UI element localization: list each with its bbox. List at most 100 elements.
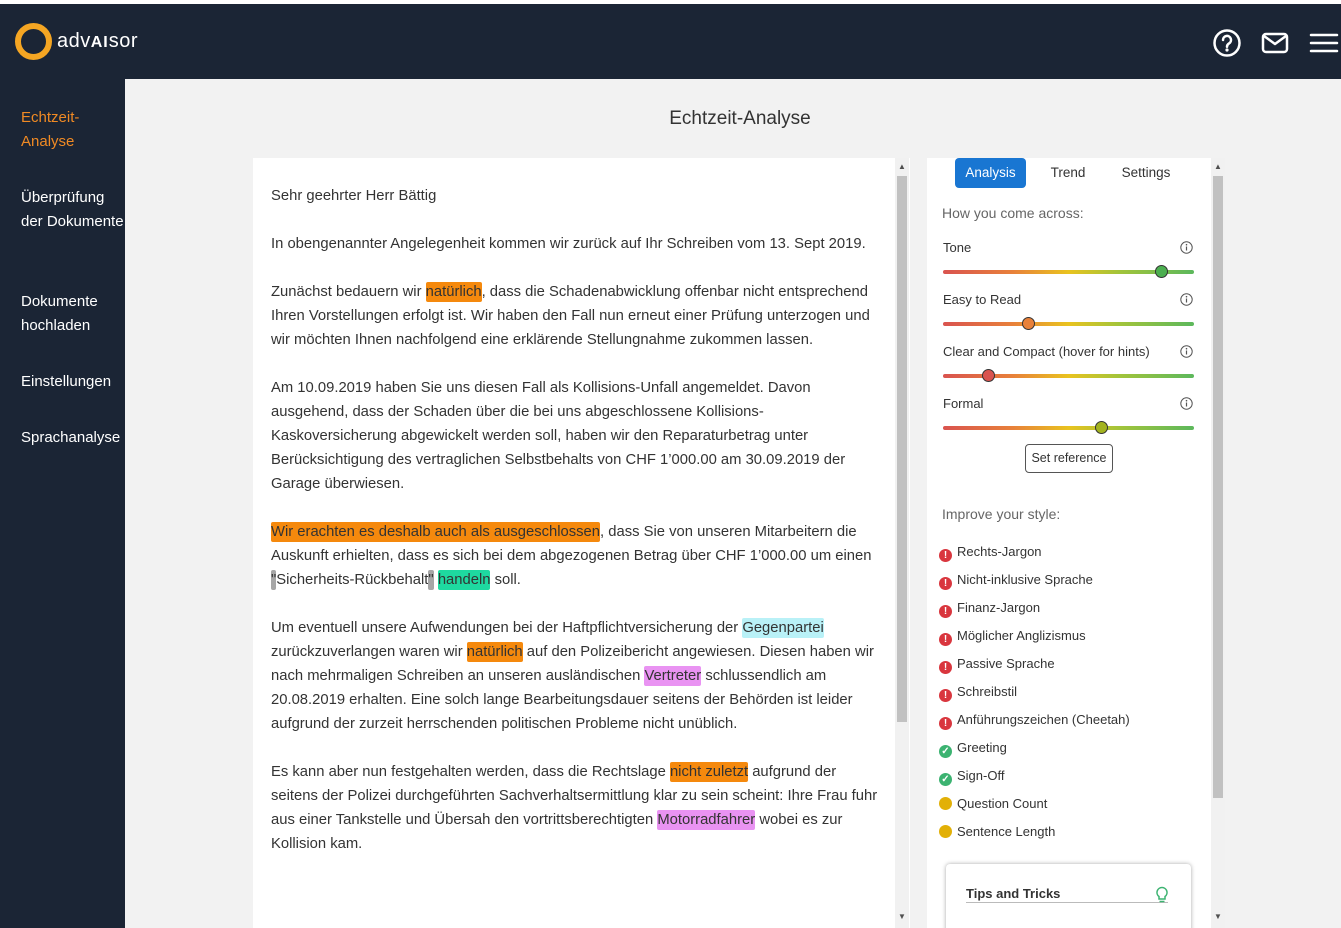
paragraph-text: Zunächst bedauern wir (271, 284, 426, 300)
set-reference-button[interactable]: Set reference (1025, 444, 1113, 473)
highlight-orange[interactable]: nicht zuletzt (669, 762, 749, 782)
style-check-label: Rechts-Jargon (957, 544, 1042, 559)
advaisor-logo-icon[interactable] (15, 23, 52, 60)
slider-knob[interactable] (981, 369, 995, 382)
improve-your-style-title: Improve your style: (942, 506, 1061, 522)
scroll-down-arrow-icon[interactable]: ▼ (895, 910, 909, 924)
error-icon: ! (939, 549, 952, 562)
style-check-item[interactable]: Sentence Length (939, 822, 1055, 842)
highlight-grey[interactable]: " (428, 570, 434, 590)
highlight-violet[interactable]: Motorradfahrer (657, 810, 756, 830)
paragraph-text: Sicherheits-Rückbehalt (276, 572, 429, 588)
info-icon[interactable] (1180, 397, 1193, 410)
paragraph: Sehr geehrter Herr Bättig (271, 184, 883, 208)
highlight-green[interactable]: handeln (437, 570, 491, 590)
style-check-item[interactable]: ! Finanz-Jargon (939, 598, 1040, 618)
info-icon[interactable] (1180, 241, 1193, 254)
paragraph-text: Am 10.09.2019 haben Sie uns diesen Fall … (271, 380, 846, 492)
error-icon: ! (939, 633, 952, 646)
style-check-label: Schreibstil (957, 684, 1017, 699)
scroll-up-arrow-icon[interactable]: ▲ (1211, 160, 1225, 174)
metric-slider[interactable] (943, 421, 1194, 434)
warning-dot-icon (939, 797, 952, 810)
style-check-label: Passive Sprache (957, 656, 1055, 671)
slider-knob[interactable] (1154, 265, 1168, 278)
mail-icon[interactable] (1260, 28, 1290, 58)
style-check-label: Question Count (957, 796, 1048, 811)
style-check-item[interactable]: ✓ Sign-Off (939, 766, 1004, 786)
style-check-label: Greeting (957, 740, 1007, 755)
style-check-item[interactable]: ! Nicht-inklusive Sprache (939, 570, 1093, 590)
style-check-label: Sentence Length (957, 824, 1056, 839)
highlight-cyan[interactable]: Gegenpartei (742, 618, 824, 638)
highlight-orange[interactable]: natürlich (425, 282, 482, 302)
page-title: Echtzeit-Analyse (669, 108, 811, 129)
tab-trend[interactable]: Trend (1038, 158, 1098, 188)
panel-scrollbar[interactable]: ▲ ▼ (1211, 158, 1225, 928)
style-check-label: Finanz-Jargon (957, 600, 1041, 615)
paragraph: Um eventuell unsere Aufwendungen bei der… (271, 616, 883, 736)
metric-label: Tone (943, 240, 972, 255)
style-check-item[interactable]: ! Passive Sprache (939, 654, 1055, 674)
salutation: Sehr geehrter Herr Bättig (271, 188, 437, 204)
paragraph: Am 10.09.2019 haben Sie uns diesen Fall … (271, 376, 883, 496)
sidebar-item-echtzeit-analyse[interactable]: Echtzeit-Analyse (21, 106, 125, 154)
highlight-violet[interactable]: Vertreter (644, 666, 702, 686)
error-icon: ! (939, 605, 952, 618)
tips-and-tricks-card[interactable]: Tips and Tricks (946, 864, 1191, 928)
style-check-item[interactable]: ✓ Greeting (939, 738, 1007, 758)
metric-slider[interactable] (943, 369, 1194, 382)
how-you-come-across-title: How you come across: (942, 205, 1084, 221)
scrollbar-thumb[interactable] (1213, 176, 1223, 798)
paragraph-text: In obengenannter Angelegenheit kommen wi… (271, 236, 866, 252)
highlight-orange[interactable]: natürlich (466, 642, 523, 662)
info-icon[interactable] (1180, 345, 1193, 358)
check-circle-icon: ✓ (939, 745, 952, 758)
metric-slider[interactable] (943, 265, 1194, 278)
style-check-item[interactable]: ! Anführungszeichen (Cheetah) (939, 710, 1130, 730)
editor-scrollbar[interactable]: ▲ ▼ (895, 158, 909, 928)
style-check-label: Nicht-inklusive Sprache (957, 572, 1093, 587)
paragraph: In obengenannter Angelegenheit kommen wi… (271, 232, 883, 256)
paragraph-text: zurückzuverlangen waren wir (271, 644, 467, 660)
tab-analysis[interactable]: Analysis (955, 158, 1026, 188)
scroll-down-arrow-icon[interactable]: ▼ (1211, 910, 1225, 924)
slider-knob[interactable] (1094, 421, 1108, 434)
paragraph-text: soll. (490, 572, 521, 588)
style-check-item[interactable]: ! Rechts-Jargon (939, 542, 1042, 562)
sidebar-item-sprachanalyse[interactable]: Sprachanalyse (21, 426, 125, 450)
error-icon: ! (939, 717, 952, 730)
brand-name[interactable]: advAIsor (57, 30, 138, 53)
info-icon[interactable] (1180, 293, 1193, 306)
style-check-item[interactable]: ! Möglicher Anglizismus (939, 626, 1086, 646)
paragraph: Es kann aber nun festgehalten werden, da… (271, 760, 883, 856)
paragraph-text: Um eventuell unsere Aufwendungen bei der… (271, 620, 743, 636)
style-check-item[interactable]: Question Count (939, 794, 1047, 814)
scrollbar-thumb[interactable] (897, 176, 907, 722)
metric-slider[interactable] (943, 317, 1194, 330)
sidebar: Echtzeit-Analyse Überprüfung der Dokumen… (0, 79, 125, 928)
style-check-label: Anführungszeichen (Cheetah) (957, 712, 1130, 727)
top-navigation-bar: advAIsor (0, 0, 1341, 79)
tips-title: Tips and Tricks (966, 886, 1168, 903)
lightbulb-icon (1156, 886, 1168, 903)
text-editor[interactable]: Sehr geehrter Herr Bättig In obengenannt… (253, 158, 910, 928)
scroll-up-arrow-icon[interactable]: ▲ (895, 160, 909, 174)
paragraph-text: Es kann aber nun festgehalten werden, da… (271, 764, 670, 780)
warning-dot-icon (939, 825, 952, 838)
style-check-label: Möglicher Anglizismus (957, 628, 1086, 643)
tab-settings[interactable]: Settings (1110, 158, 1182, 188)
paragraph: Zunächst bedauern wir natürlich, dass di… (271, 280, 883, 352)
metric-label: Formal (943, 396, 984, 411)
error-icon: ! (939, 661, 952, 674)
sidebar-item-dokumente-hochladen[interactable]: Dokumente hochladen (21, 290, 125, 338)
highlight-orange[interactable]: Wir erachten es deshalb auch als ausgesc… (271, 522, 601, 542)
document-text[interactable]: Sehr geehrter Herr Bättig In obengenannt… (271, 184, 883, 880)
sidebar-item-einstellungen[interactable]: Einstellungen (21, 370, 125, 394)
check-circle-icon: ✓ (939, 773, 952, 786)
slider-knob[interactable] (1021, 317, 1035, 330)
style-check-item[interactable]: ! Schreibstil (939, 682, 1017, 702)
hamburger-menu-icon[interactable] (1309, 28, 1339, 58)
sidebar-item-ueberpruefung[interactable]: Überprüfung der Dokumente (21, 186, 125, 234)
help-circle-icon[interactable] (1212, 28, 1242, 58)
